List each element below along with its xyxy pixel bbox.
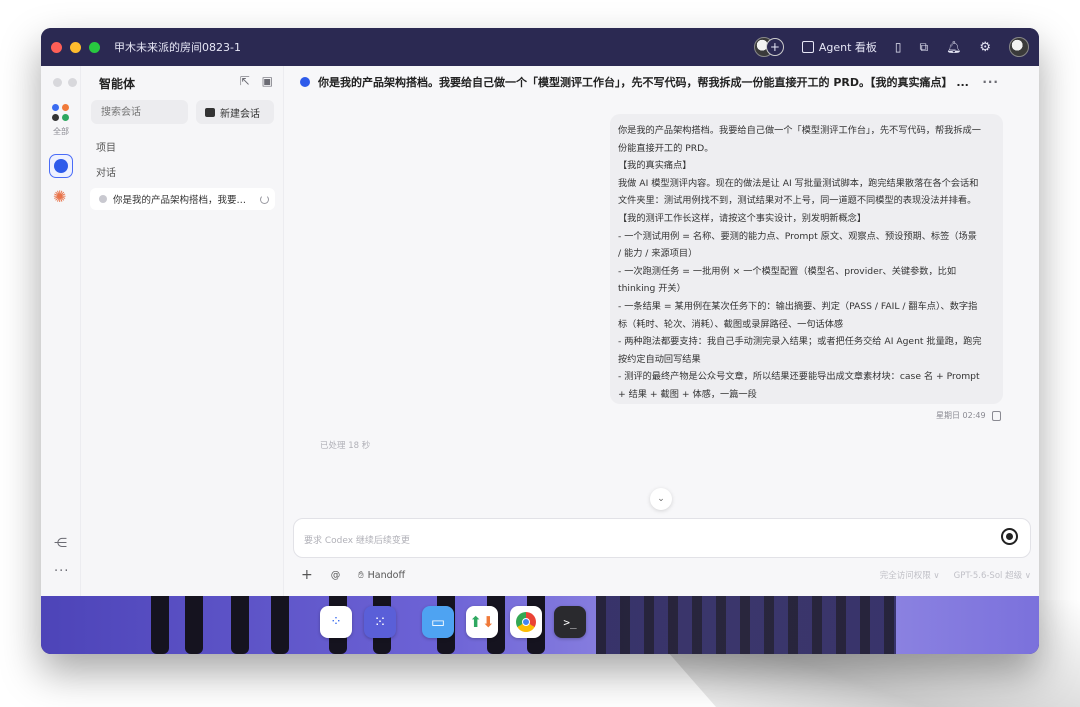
user-avatar[interactable] [1009, 37, 1029, 57]
message-line: 标（耗时、轮次、消耗）、截图或录屏路径、一句话体感 [618, 318, 844, 330]
composer-placeholder: 要求 Codex 继续后续变更 [304, 536, 410, 546]
chevron-double-down-icon: ⌄ [657, 494, 665, 504]
message-composer[interactable]: 要求 Codex 继续后续变更 [293, 518, 1031, 558]
rail-all-label: 全部 [53, 127, 69, 136]
transfer-icon[interactable]: ⬆ ⬇ [466, 606, 498, 638]
title-bar: 甲木未来派的房间0823-1 + Agent 看板 ▯ ⧉ 🔔︎ ⚙ [41, 28, 1039, 66]
app-window: 甲木未来派的房间0823-1 + Agent 看板 ▯ ⧉ 🔔︎ ⚙ 全部 ✺ … [41, 28, 1039, 654]
sidebar-title: 智能体 [99, 77, 136, 91]
agent-board-label: Agent 看板 [818, 41, 877, 54]
message-line: 我做 AI 模型测评内容。现在的做法是让 AI 写批量测试脚本，跑完结果散落在各… [618, 177, 979, 189]
message-line: + 结果 + 截图 + 体感，一篇一段 [618, 388, 757, 400]
stop-icon [1006, 533, 1013, 540]
screenshot-stage: 甲木未来派的房间0823-1 + Agent 看板 ▯ ⧉ 🔔︎ ⚙ 全部 ✺ … [0, 0, 1080, 707]
desktop-dock-area: ⁘ ⁙ ▭ ⬆ ⬇ >_ [41, 596, 1039, 654]
message-timestamp: 星期日 02:49 [936, 411, 986, 420]
agent-board-button[interactable]: Agent 看板 [801, 39, 877, 55]
message-line: 按约定自动回写结果 [618, 353, 701, 365]
stop-generation-button[interactable] [1001, 528, 1018, 545]
agent-logo-icon [54, 159, 68, 173]
message-line: / 能力 / 来源项目） [618, 248, 698, 260]
handoff-button[interactable]: ✋︎ Handoff [358, 570, 405, 581]
finder-icon[interactable]: ▭ [422, 606, 454, 638]
conversation-status-dot [99, 195, 107, 203]
message-line: thinking 开关） [618, 283, 686, 295]
claude-burst-icon[interactable]: ✺ [53, 189, 66, 205]
settings-gear-icon[interactable]: ⚙ [979, 40, 991, 55]
board-icon [801, 41, 814, 53]
new-chat-button[interactable]: 新建会话 [196, 100, 274, 124]
composer-settings: 完全访问权限 ∨ GPT-5.6-Sol 超级 ∨ [880, 569, 1031, 581]
user-message-bubble: 你是我的产品架构搭档。我要给自己做一个「模型测评工作台」，先不写代码，帮我拆成一… [610, 114, 1003, 404]
minimize-window-button[interactable] [70, 41, 81, 53]
share-icon[interactable]: ⋲ [54, 536, 67, 551]
scroll-down-button[interactable]: ⌄ [650, 488, 672, 510]
dock: ⁘ ⁙ ▭ ⬆ ⬇ >_ [320, 606, 590, 642]
message-line: - 一次跑测任务 = 一批用例 × 一个模型配置（模型名、provider、关键… [618, 265, 957, 277]
copy-icon[interactable] [991, 410, 1001, 421]
agent-logo-icon [300, 77, 310, 87]
agents-app-icon[interactable]: ⁘ [320, 606, 352, 638]
more-dots-icon[interactable]: ··· [54, 564, 69, 579]
maximize-window-button[interactable] [89, 41, 100, 53]
message-line: - 测评的最终产物是公众号文章，所以结果还要能导出成文章素材块：case 名 +… [618, 371, 980, 383]
model-select[interactable]: GPT-5.6-Sol 超级 ∨ [954, 569, 1031, 581]
app-body: 全部 ✺ ⋲ ··· 智能体 ⇱ ▣ 新建会话 项目 对话 [41, 66, 1039, 596]
message-meta: 星期日 02:49 [936, 410, 1001, 421]
toggle-sidebar-icon[interactable]: ▣ [262, 74, 273, 88]
sidebar-tools: ⇱ ▣ [240, 74, 273, 88]
rail-agent-selected[interactable] [49, 154, 73, 178]
message-line: 文件夹里：测试用例找不到，测试结果对不上号，同一道题不同模型的表现没法并排看。 [618, 195, 977, 207]
window-split-icon[interactable]: ⧉ [920, 40, 929, 55]
mention-at-icon[interactable]: @ [331, 570, 341, 581]
icon-rail: 全部 ✺ ⋲ ··· [41, 66, 92, 596]
new-chat-label: 新建会话 [220, 108, 260, 120]
message-line: 【我的测评工作长这样，请按这个事实设计，别发明新概念】 [618, 212, 867, 224]
bell-icon[interactable]: 🔔︎ [946, 40, 961, 54]
composer-toolbar: + @ ✋︎ Handoff 完全访问权限 ∨ GPT-5.6-Sol 超级 ∨ [301, 566, 1031, 584]
thread-more-icon[interactable]: ··· [982, 75, 999, 89]
close-window-button[interactable] [51, 41, 62, 53]
message-line: - 两种跑法都要支持：我自己手动测完录入结果；或者把任务交给 AI Agent … [618, 336, 982, 348]
terminal-icon[interactable]: >_ [554, 606, 586, 638]
hand-icon: ✋︎ [358, 569, 364, 581]
processing-status: 已处理 18 秒 [320, 441, 371, 451]
message-line: - 一个测试用例 = 名称、要测的能力点、Prompt 原文、观察点、预设预期、… [618, 230, 977, 242]
search-input[interactable] [91, 100, 188, 124]
window-title: 甲木未来派的房间0823-1 [114, 41, 241, 54]
handoff-label: Handoff [367, 569, 406, 581]
open-external-icon[interactable]: ⇱ [240, 74, 250, 88]
invite-plus-icon[interactable]: + [765, 38, 784, 56]
multi-agent-app-icon[interactable]: ⁙ [364, 606, 396, 638]
access-permission-select[interactable]: 完全访问权限 ∨ [880, 569, 940, 581]
section-projects[interactable]: 项目 [96, 139, 116, 154]
conversation-item[interactable]: 你是我的产品架构搭档，我要… [90, 188, 275, 210]
chrome-icon[interactable] [510, 606, 542, 638]
conversation-label: 你是我的产品架构搭档，我要… [113, 195, 247, 206]
titlebar-actions: + Agent 看板 ▯ ⧉ 🔔︎ ⚙ [753, 28, 1029, 66]
wallpaper-shadow-band [596, 596, 896, 654]
message-line: - 一条结果 = 某用例在某次任务下的：输出摘要、判定（PASS / FAIL … [618, 300, 978, 312]
thread-title: 你是我的产品架构搭档。我要给自己做一个「模型测评工作台」，先不写代码，帮我拆成一… [318, 76, 968, 89]
message-line: 【我的真实痛点】 [618, 160, 692, 172]
main-panel: 你是我的产品架构搭档。我要给自己做一个「模型测评工作台」，先不写代码，帮我拆成一… [284, 66, 1039, 596]
thread-header: 你是我的产品架构搭档。我要给自己做一个「模型测评工作台」，先不写代码，帮我拆成一… [284, 66, 1039, 98]
message-line: 你是我的产品架构搭档。我要给自己做一个「模型测评工作台」，先不写代码，帮我拆成一 [618, 125, 981, 136]
section-conversations[interactable]: 对话 [96, 164, 116, 179]
sidebar: 智能体 ⇱ ▣ 新建会话 项目 对话 你是我的产品架构搭档，我要… [81, 66, 284, 596]
bookmark-icon[interactable]: ▯ [895, 40, 902, 54]
all-agents-icon[interactable] [52, 104, 70, 122]
new-chat-icon [205, 107, 215, 117]
window-controls [51, 41, 100, 53]
attach-plus-icon[interactable]: + [301, 567, 313, 583]
message-line: 份能直接开工的 PRD。 [618, 142, 714, 154]
loading-spinner-icon [260, 194, 269, 204]
